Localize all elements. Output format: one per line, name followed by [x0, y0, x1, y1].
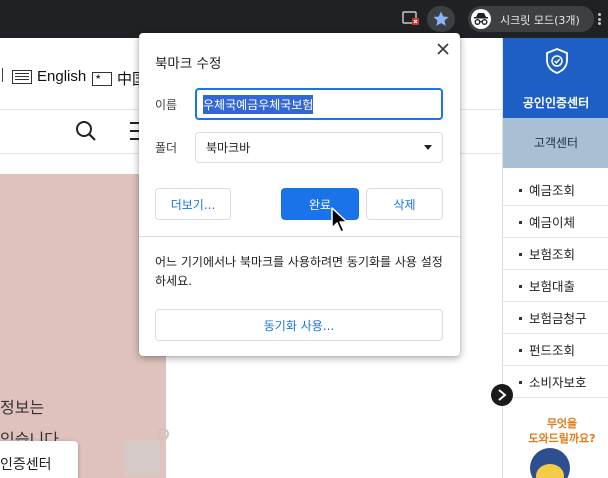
language-link-english[interactable]: English	[12, 68, 86, 85]
customer-center-link[interactable]: 고객센터	[503, 118, 608, 168]
sync-button[interactable]: 동기화 사용...	[155, 309, 443, 341]
cert-center-card[interactable]: 인증센터	[0, 441, 78, 478]
cert-center-link[interactable]: 공인인증센터	[503, 38, 608, 118]
more-menu-icon[interactable]	[598, 13, 601, 25]
side-menu-item[interactable]: 예금조회	[503, 174, 608, 206]
name-label: 이름	[155, 98, 178, 112]
incognito-chip[interactable]: 시크릿 모드(3개)	[468, 6, 594, 32]
search-icon[interactable]	[74, 119, 98, 143]
delete-button[interactable]: 삭제	[366, 188, 443, 220]
dialog-title: 북마크 수정	[155, 56, 222, 72]
customer-center-label: 고객센터	[533, 136, 579, 150]
dropdown-arrow-icon	[424, 145, 432, 150]
divider	[2, 68, 3, 82]
bookmark-star-button[interactable]	[427, 6, 455, 32]
star-icon	[433, 11, 449, 26]
decorative-circle	[157, 428, 169, 440]
mouse-cursor-icon	[331, 207, 348, 233]
side-menu-item[interactable]: 예금이체	[503, 206, 608, 238]
side-menu-item[interactable]: 보험조회	[503, 238, 608, 270]
hero-text-line1: 정보는	[0, 398, 45, 417]
shield-icon	[546, 48, 568, 74]
close-button[interactable]	[433, 39, 453, 59]
chevron-right-icon	[498, 389, 507, 401]
edit-bookmark-dialog: 북마크 수정 이름 우체국예금우체국보험 폴더 북마크바 더보기... 완료 삭…	[139, 33, 460, 356]
chatbot-prompt-line2: 도와드릴까요?	[528, 432, 596, 445]
divider	[139, 236, 460, 237]
cert-center-label: 공인인증센터	[522, 96, 590, 110]
sync-promo-text: 어느 기기에서나 북마크를 사용하려면 동기화를 사용 설정하세요.	[155, 255, 443, 288]
incognito-label: 시크릿 모드(3개)	[500, 14, 580, 27]
more-button[interactable]: 더보기...	[155, 188, 231, 220]
close-icon	[437, 43, 449, 55]
folder-label: 폴더	[155, 141, 178, 155]
cert-center-card-label: 인증센터	[0, 457, 52, 473]
bookmark-name-value: 우체국예금우체국보험	[203, 94, 314, 114]
bookmark-name-input[interactable]: 우체국예금우체국보험	[195, 88, 443, 120]
folder-select[interactable]: 북마크바	[195, 132, 443, 163]
folder-value: 북마크바	[206, 141, 251, 155]
china-flag-icon: ★	[92, 71, 112, 86]
chatbot-prompt[interactable]: 무엇을 도와드릴까요?	[516, 416, 608, 446]
side-menu-item[interactable]: 보험금청구	[503, 302, 608, 334]
english-flag-icon	[12, 69, 32, 84]
side-menu-item[interactable]: 보험대출	[503, 270, 608, 302]
tab-search-icon[interactable]	[402, 10, 420, 26]
chatbot-prompt-line1: 무엇을	[546, 417, 578, 430]
side-menu-item[interactable]: 소비자보호	[503, 366, 608, 398]
quick-menu-sidebar: 공인인증센터 고객센터 예금조회 예금이체 보험조회 보험대출 보험금청구 펀드…	[502, 38, 608, 478]
side-menu: 예금조회 예금이체 보험조회 보험대출 보험금청구 펀드조회 소비자보호	[503, 174, 608, 398]
collapse-sidebar-button[interactable]	[491, 384, 513, 406]
language-label: English	[37, 68, 87, 85]
decorative-illustration	[124, 440, 160, 476]
side-menu-item[interactable]: 펀드조회	[503, 334, 608, 366]
incognito-icon	[471, 9, 491, 29]
